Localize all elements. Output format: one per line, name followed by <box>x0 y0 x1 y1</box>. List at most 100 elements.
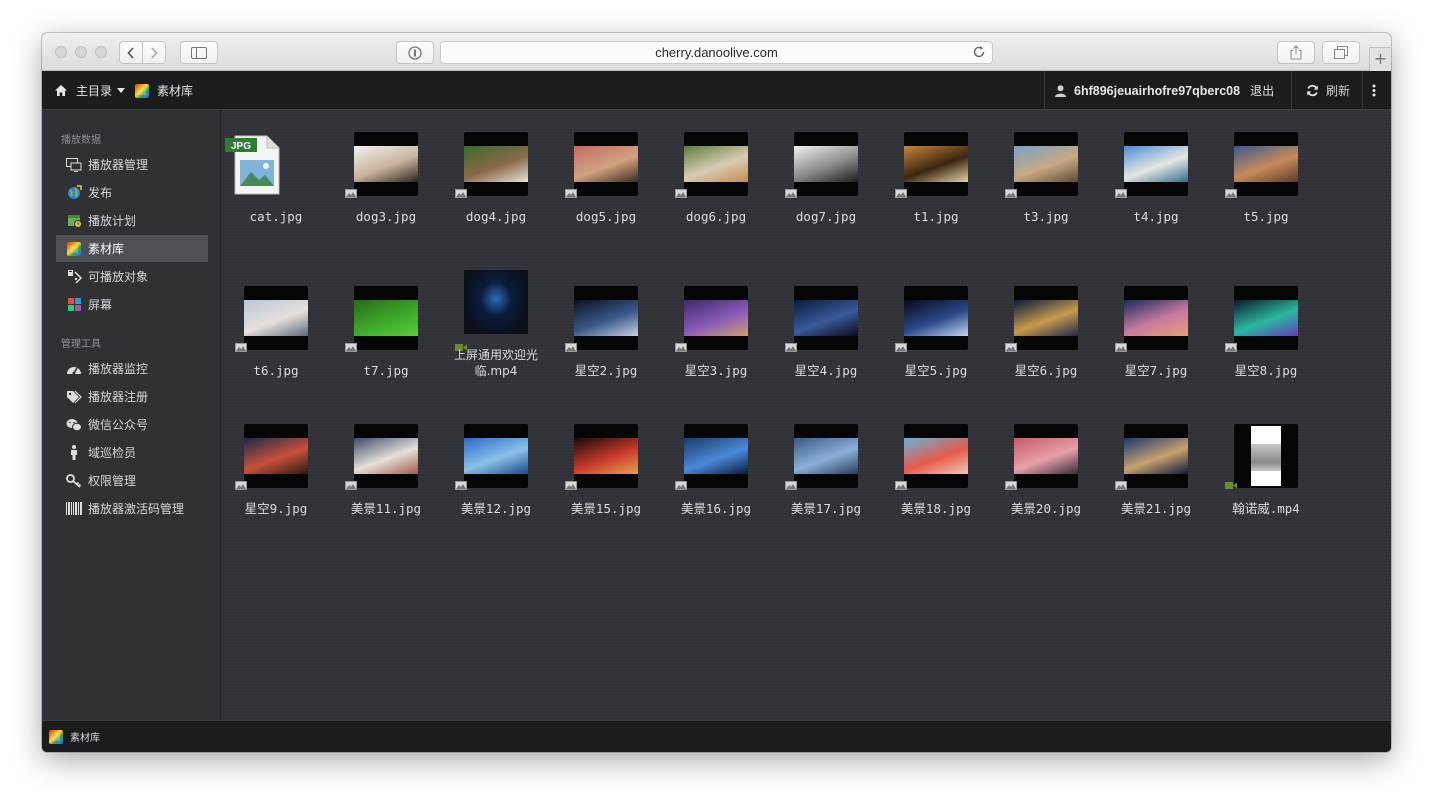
media-file-item[interactable]: 星空5.jpg <box>881 286 991 406</box>
sidebar-item-domain-inspector[interactable]: 域巡检员 <box>56 439 208 466</box>
sidebar-item-label: 播放器管理 <box>88 158 149 172</box>
playable-object-icon <box>66 269 82 285</box>
media-file-item[interactable]: 美景17.jpg <box>771 424 881 544</box>
image-type-icon <box>1115 189 1127 198</box>
sidebar-toggle-button[interactable] <box>180 41 218 64</box>
username: 6hf896jeuairhofre97qberc08 <box>1074 83 1241 98</box>
svg-text:JPG: JPG <box>231 141 251 152</box>
player-manage-icon <box>66 157 82 173</box>
media-thumbnail <box>574 286 638 350</box>
tabs-overview-button[interactable] <box>1322 41 1360 64</box>
media-file-item[interactable]: dog3.jpg <box>331 132 441 252</box>
zoom-window-button[interactable] <box>95 46 107 58</box>
media-file-item[interactable]: 美景15.jpg <box>551 424 661 544</box>
media-file-item[interactable]: 美景12.jpg <box>441 424 551 544</box>
sidebar-item-schedule[interactable]: 播放计划 <box>56 207 208 234</box>
media-file-item[interactable]: 星空3.jpg <box>661 286 771 406</box>
address-bar[interactable]: cherry.danoolive.com <box>440 41 993 64</box>
media-thumbnail <box>1124 424 1188 488</box>
back-button[interactable] <box>119 41 143 64</box>
status-bar: 素材库 <box>42 720 1391 752</box>
sidebar-item-media-library[interactable]: 素材库 <box>56 235 208 262</box>
url-text: cherry.danoolive.com <box>655 45 778 60</box>
header-divider <box>1044 71 1045 110</box>
media-file-item[interactable]: 星空7.jpg <box>1101 286 1211 406</box>
sidebar-item-screen[interactable]: 屏幕 <box>56 291 208 318</box>
media-file-item[interactable]: t1.jpg <box>881 132 991 252</box>
media-file-item[interactable]: dog7.jpg <box>771 132 881 252</box>
more-menu-button[interactable] <box>1372 71 1376 110</box>
close-window-button[interactable] <box>55 46 67 58</box>
image-type-icon <box>895 481 907 490</box>
tags-icon <box>66 389 82 405</box>
media-file-item[interactable]: dog4.jpg <box>441 132 551 252</box>
media-file-item[interactable]: 翰诺威.mp4 <box>1211 424 1321 544</box>
media-file-item[interactable]: dog5.jpg <box>551 132 661 252</box>
media-file-item[interactable]: t7.jpg <box>331 286 441 406</box>
privacy-report-button[interactable] <box>396 41 434 64</box>
image-type-icon <box>1225 343 1237 352</box>
sidebar-item-player-manage[interactable]: 播放器管理 <box>56 151 208 178</box>
image-type-icon <box>345 481 357 490</box>
file-name: 美景15.jpg <box>570 501 642 516</box>
sidebar-item-player-register[interactable]: 播放器注册 <box>56 383 208 410</box>
home-menu[interactable]: 主目录 <box>54 71 126 110</box>
forward-button[interactable] <box>142 41 166 64</box>
thumbnail-image <box>354 300 418 336</box>
sidebar-item-label: 播放器激活码管理 <box>88 502 185 516</box>
sidebar-item-label: 屏幕 <box>88 298 113 312</box>
sidebar-item-label: 域巡检员 <box>88 446 137 460</box>
sidebar-item-playable-objects[interactable]: 可播放对象 <box>56 263 208 290</box>
sidebar-item-label: 素材库 <box>88 242 125 256</box>
logout-link[interactable]: 退出 <box>1250 82 1274 99</box>
share-button[interactable] <box>1277 41 1315 64</box>
refresh-button[interactable]: 刷新 <box>1306 71 1350 110</box>
status-label: 素材库 <box>70 733 100 744</box>
media-file-item[interactable]: 星空8.jpg <box>1211 286 1321 406</box>
home-icon <box>55 85 67 96</box>
sidebar-item-player-monitor[interactable]: 播放器监控 <box>56 355 208 382</box>
image-type-icon <box>235 481 247 490</box>
refresh-label: 刷新 <box>1326 84 1351 98</box>
thumbnail-image <box>1014 146 1078 182</box>
media-file-item[interactable]: 星空2.jpg <box>551 286 661 406</box>
sidebar-item-label: 微信公众号 <box>88 418 149 432</box>
key-icon <box>66 473 82 489</box>
sidebar-item-wechat[interactable]: 微信公众号 <box>56 411 208 438</box>
media-thumbnail <box>1234 286 1298 350</box>
media-file-item[interactable]: 美景20.jpg <box>991 424 1101 544</box>
media-file-item[interactable]: dog6.jpg <box>661 132 771 252</box>
new-tab-button[interactable]: + <box>1369 47 1391 71</box>
media-library-icon <box>66 241 82 257</box>
thumbnail-image <box>574 438 638 474</box>
media-file-item[interactable]: 美景21.jpg <box>1101 424 1211 544</box>
sidebar-item-publish[interactable]: 发布 <box>56 179 208 206</box>
file-name: dog5.jpg <box>575 209 637 224</box>
minimize-window-button[interactable] <box>75 46 87 58</box>
media-file-item[interactable]: 星空4.jpg <box>771 286 881 406</box>
file-name: 美景18.jpg <box>900 501 972 516</box>
media-file-item[interactable]: 美景18.jpg <box>881 424 991 544</box>
media-file-item[interactable]: t3.jpg <box>991 132 1101 252</box>
file-name: 美景11.jpg <box>350 501 422 516</box>
media-file-item[interactable]: t4.jpg <box>1101 132 1211 252</box>
media-file-item[interactable]: JPG cat.jpg <box>221 132 331 252</box>
jpg-file-icon: JPG <box>225 135 280 195</box>
media-file-item[interactable]: t5.jpg <box>1211 132 1321 252</box>
thumbnail-image <box>464 270 528 334</box>
file-name: t6.jpg <box>253 363 299 378</box>
media-thumbnail <box>244 286 308 350</box>
sidebar-item-activation-codes[interactable]: 播放器激活码管理 <box>56 495 208 522</box>
media-file-item[interactable]: t6.jpg <box>221 286 331 406</box>
reload-icon[interactable] <box>972 45 986 59</box>
media-file-item[interactable]: 星空6.jpg <box>991 286 1101 406</box>
media-file-item[interactable]: 星空9.jpg <box>221 424 331 544</box>
media-thumbnail <box>684 286 748 350</box>
media-file-item[interactable]: 上屏通用欢迎光临.mp4 <box>441 270 551 406</box>
file-name: dog3.jpg <box>355 209 417 224</box>
sidebar-item-permissions[interactable]: 权限管理 <box>56 467 208 494</box>
sidebar: 播放数据 播放器管理 发布 播放计划 素材库 可播放对象 屏幕 管理工具 播放器… <box>42 110 221 720</box>
media-file-item[interactable]: 美景16.jpg <box>661 424 771 544</box>
media-thumbnail <box>574 424 638 488</box>
media-file-item[interactable]: 美景11.jpg <box>331 424 441 544</box>
